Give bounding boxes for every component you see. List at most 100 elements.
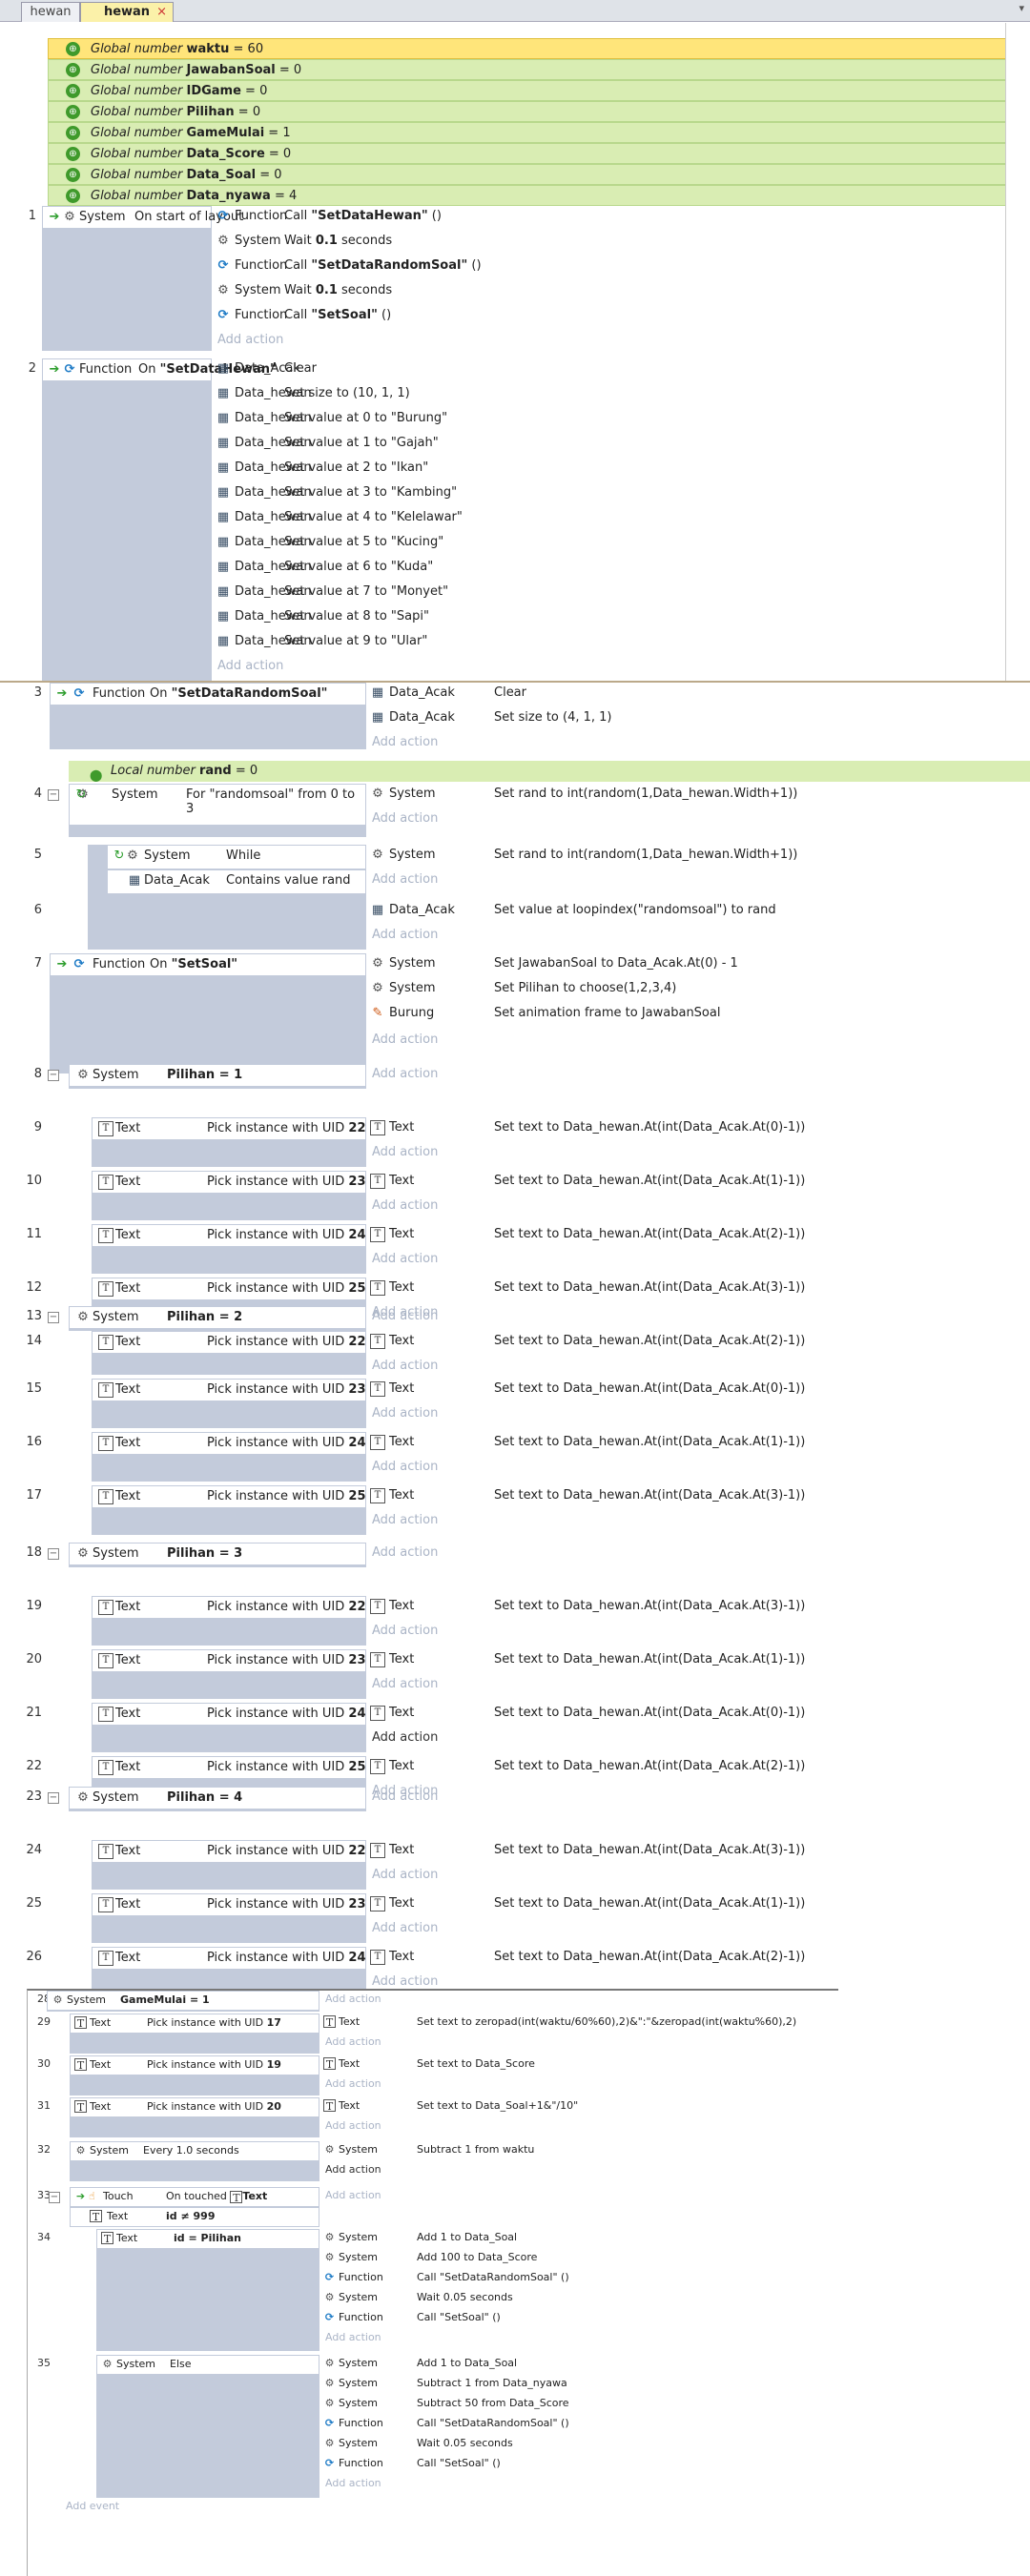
event-block[interactable]: 19 T Text Pick instance with UID 22 T Text Set… bbox=[0, 1596, 1030, 1646]
event-sheet-panel-top[interactable]: ⊕ Global number waktu = 60 ⊕ Global number … bbox=[4, 23, 1006, 681]
local-variable-row[interactable]: ⬤ Local number rand = 0 bbox=[69, 761, 1030, 782]
collapse-toggle[interactable]: − bbox=[49, 2192, 60, 2203]
condition-row[interactable]: T Text Pick instance with UID 25 bbox=[92, 1756, 366, 1779]
event-block[interactable]: 10 T Text Pick instance with UID 23 T Text Set… bbox=[0, 1171, 1030, 1220]
add-action-link[interactable]: Add action bbox=[368, 1306, 1026, 1329]
action-row[interactable]: ⟳ Function Call "SetDataRandomSoal" () bbox=[321, 2415, 817, 2435]
condition-row[interactable]: T Text Pick instance with UID 19 bbox=[70, 2055, 319, 2075]
event-sheet-panel-bottom[interactable]: 28−⚙SystemGameMulai = 1Add action29TText… bbox=[27, 1989, 838, 2576]
event-block[interactable]: 4− ⚙ System For "randomsoal" from 0 to 3 ↻ ⚙ S… bbox=[0, 784, 1030, 837]
add-action-link[interactable]: Add action bbox=[368, 1249, 1026, 1272]
action-row[interactable]: ⚙ System Subtract 1 from Data_nyawa bbox=[321, 2375, 817, 2395]
action-row[interactable]: T Text Set text to Data_Soal+1&"/10" bbox=[321, 2097, 817, 2117]
close-icon[interactable]: × bbox=[156, 3, 167, 22]
condition-row[interactable]: T Text Pick instance with UID 24 bbox=[92, 1432, 366, 1455]
action-row[interactable]: T Text Set text to Data_hewan.At(int(Data_… bbox=[368, 1117, 1026, 1140]
action-row[interactable]: ⚙ System Wait 0.1 seconds bbox=[214, 231, 1005, 254]
action-row[interactable]: T Text Set text to Data_hewan.At(int(Data_… bbox=[368, 1756, 1026, 1779]
event-block[interactable]: 9 T Text Pick instance with UID 22 T Text Set … bbox=[0, 1117, 1030, 1167]
condition-row[interactable]: ⚙ System Pilihan = 1 bbox=[69, 1064, 366, 1087]
action-row[interactable]: T Text Set text to Data_hewan.At(int(Data_… bbox=[368, 1224, 1026, 1247]
add-action-link[interactable]: Add action bbox=[368, 1030, 1026, 1053]
action-row[interactable]: ⟳ Function Call "SetDataRandomSoal" () bbox=[214, 256, 1005, 278]
action-row[interactable]: ⚙ System Set JawabanSoal to Data_Acak.At(0… bbox=[368, 953, 1026, 976]
event-block[interactable]: 31 T Text Pick instance with UID 20 T Text Set… bbox=[28, 2097, 838, 2137]
condition-row[interactable]: ➔ ⟳ Function On "SetDataHewan" bbox=[42, 358, 277, 381]
collapse-toggle[interactable]: − bbox=[48, 1070, 59, 1081]
action-row[interactable]: T Text Set text to Data_hewan.At(int(Data_… bbox=[368, 1278, 1026, 1300]
condition-row[interactable]: T Text Pick instance with UID 23 bbox=[92, 1649, 366, 1672]
action-row[interactable]: ⟳ Function Call "SetSoal" () bbox=[321, 2455, 817, 2475]
event-block[interactable]: 8− ⚙ System Pilihan = 1 Add action bbox=[0, 1064, 1030, 1089]
action-row[interactable]: ⚙ System Wait 0.05 seconds bbox=[321, 2435, 817, 2455]
action-row[interactable]: T Text Set text to Data_hewan.At(int(Data_… bbox=[368, 1331, 1026, 1354]
event-block[interactable]: 20 T Text Pick instance with UID 23 T Text Set… bbox=[0, 1649, 1030, 1699]
event-block[interactable]: 30 T Text Pick instance with UID 19 T Text Set… bbox=[28, 2055, 838, 2096]
event-block[interactable]: 25 T Text Pick instance with UID 23 T Text Set… bbox=[0, 1893, 1030, 1943]
condition-row[interactable]: T Text Pick instance with UID 17 bbox=[70, 2014, 319, 2034]
tab-hewan-active[interactable]: hewan × bbox=[80, 2, 174, 22]
action-row[interactable]: ⚙ System Set rand to int(random(1,Data_hew… bbox=[368, 784, 1026, 807]
event-block[interactable]: 16 T Text Pick instance with UID 24 T Text Set… bbox=[0, 1432, 1030, 1482]
add-action-link[interactable]: Add action bbox=[321, 2187, 817, 2207]
condition-row[interactable]: ⚙ System GameMulai = 1 bbox=[47, 1991, 319, 2011]
event-block[interactable]: 14 T Text Pick instance with UID 22 T Text Set… bbox=[0, 1331, 1030, 1375]
condition-row[interactable]: ⚙ System Pilihan = 4 bbox=[69, 1787, 366, 1809]
condition-row[interactable]: ➔ ⚙ System On start of layout bbox=[42, 206, 243, 229]
action-row[interactable]: ▦ Data_hewan Set value at 3 to "Kambing" bbox=[214, 482, 1005, 505]
condition-row[interactable]: ↻ ⚙ System While bbox=[107, 845, 366, 869]
action-row[interactable]: T Text Set text to Data_hewan.At(int(Data_… bbox=[368, 1840, 1026, 1863]
action-row[interactable]: T Text Set text to Data_hewan.At(int(Data_… bbox=[368, 1893, 1026, 1916]
add-action-link[interactable]: Add action bbox=[368, 1457, 1026, 1480]
add-action-link[interactable]: Add action bbox=[368, 1510, 1026, 1533]
add-action-link[interactable]: Add action bbox=[321, 2161, 817, 2181]
global-variable-row[interactable]: ⊕ Global number Pilihan = 0 bbox=[48, 101, 1005, 122]
global-variable-row[interactable]: ⊕ Global number GameMulai = 1 bbox=[48, 122, 1005, 143]
add-action-link[interactable]: Add action bbox=[368, 1728, 1026, 1750]
action-row[interactable]: T Text Set text to Data_hewan.At(int(Data_… bbox=[368, 1596, 1026, 1619]
global-variable-row[interactable]: ⊕ Global number Data_Soal = 0 bbox=[48, 164, 1005, 185]
event-block[interactable]: 6 ▦ Data_Acak Set value at loopindex("rando… bbox=[0, 900, 1030, 950]
condition-row[interactable]: ⚙ System Else bbox=[96, 2355, 319, 2375]
add-action-link[interactable]: Add action bbox=[368, 1972, 1026, 1991]
add-action-link[interactable]: Add action bbox=[368, 1403, 1026, 1426]
action-row[interactable]: T Text Set text to Data_Score bbox=[321, 2055, 817, 2075]
add-action-link[interactable]: Add action bbox=[214, 330, 1005, 353]
add-action-link[interactable]: Add action bbox=[368, 1918, 1026, 1941]
event-block[interactable]: 33− ➔ ☝ Touch On touched T Text T Text id ≠ 999 A… bbox=[28, 2187, 838, 2227]
event-block[interactable]: 13− ⚙ System Pilihan = 2 Add action bbox=[0, 1306, 1030, 1331]
add-action-link[interactable]: Add action bbox=[321, 1991, 817, 2011]
event-block[interactable]: 26 T Text Pick instance with UID 24 T Text Set… bbox=[0, 1947, 1030, 1991]
condition-row[interactable]: T Text Pick instance with UID 24 bbox=[92, 1224, 366, 1247]
action-row[interactable]: T Text Set text to Data_hewan.At(int(Data_… bbox=[368, 1379, 1026, 1401]
condition-row[interactable]: T Text Pick instance with UID 25 bbox=[92, 1278, 366, 1300]
condition-row[interactable]: ⚙ System Every 1.0 seconds bbox=[70, 2141, 319, 2161]
action-row[interactable]: ▦ Data_hewan Set value at 0 to "Burung" bbox=[214, 408, 1005, 431]
condition-row[interactable]: T Text Pick instance with UID 24 bbox=[92, 1703, 366, 1726]
event-block[interactable]: 29 T Text Pick instance with UID 17 T Text Set… bbox=[28, 2014, 838, 2054]
collapse-toggle[interactable]: − bbox=[48, 1548, 59, 1560]
condition-row[interactable]: ➔ ⟳ Function On "SetSoal" bbox=[50, 953, 366, 976]
add-action-link[interactable]: Add action bbox=[321, 2475, 817, 2495]
action-row[interactable]: T Text Set text to zeropad(int(waktu/60%60… bbox=[321, 2014, 817, 2034]
action-row[interactable]: T Text Set text to Data_hewan.At(int(Data_… bbox=[368, 1432, 1026, 1455]
action-row[interactable]: ▦ Data_hewan Set value at 4 to "Kelelawar" bbox=[214, 507, 1005, 530]
add-action-link[interactable]: Add action bbox=[321, 2117, 817, 2137]
condition-row[interactable]: T Text Pick instance with UID 20 bbox=[70, 2097, 319, 2117]
global-variable-row[interactable]: ⊕ Global number IDGame = 0 bbox=[48, 80, 1005, 101]
action-row[interactable]: ▦ Data_hewan Set value at 5 to "Kucing" bbox=[214, 532, 1005, 555]
event-block[interactable]: 21 T Text Pick instance with UID 24 T Text Set… bbox=[0, 1703, 1030, 1752]
action-row[interactable]: ▦ Data_hewan Set value at 7 to "Monyet" bbox=[214, 582, 1005, 604]
collapse-toggle[interactable]: − bbox=[48, 1792, 59, 1804]
add-action-link[interactable]: Add action bbox=[368, 869, 1026, 892]
action-row[interactable]: ▦ Data_hewan Set value at 9 to "Ular" bbox=[214, 631, 1005, 654]
add-action-link[interactable]: Add action bbox=[368, 1674, 1026, 1697]
action-row[interactable]: ⚙ System Wait 0.05 seconds bbox=[321, 2289, 817, 2309]
condition-row[interactable]: ➔ ☝ Touch On touched T Text bbox=[70, 2187, 319, 2207]
action-row[interactable]: ⚙ System Add 1 to Data_Soal bbox=[321, 2355, 817, 2375]
add-action-link[interactable]: Add action bbox=[368, 1064, 1026, 1087]
condition-row[interactable]: ⚙ System Pilihan = 3 bbox=[69, 1543, 366, 1565]
condition-row[interactable]: T Text Pick instance with UID 22 bbox=[92, 1840, 366, 1863]
action-row[interactable]: ⚙ System Wait 0.1 seconds bbox=[214, 280, 1005, 303]
action-row[interactable]: T Text Set text to Data_hewan.At(int(Data_… bbox=[368, 1649, 1026, 1672]
